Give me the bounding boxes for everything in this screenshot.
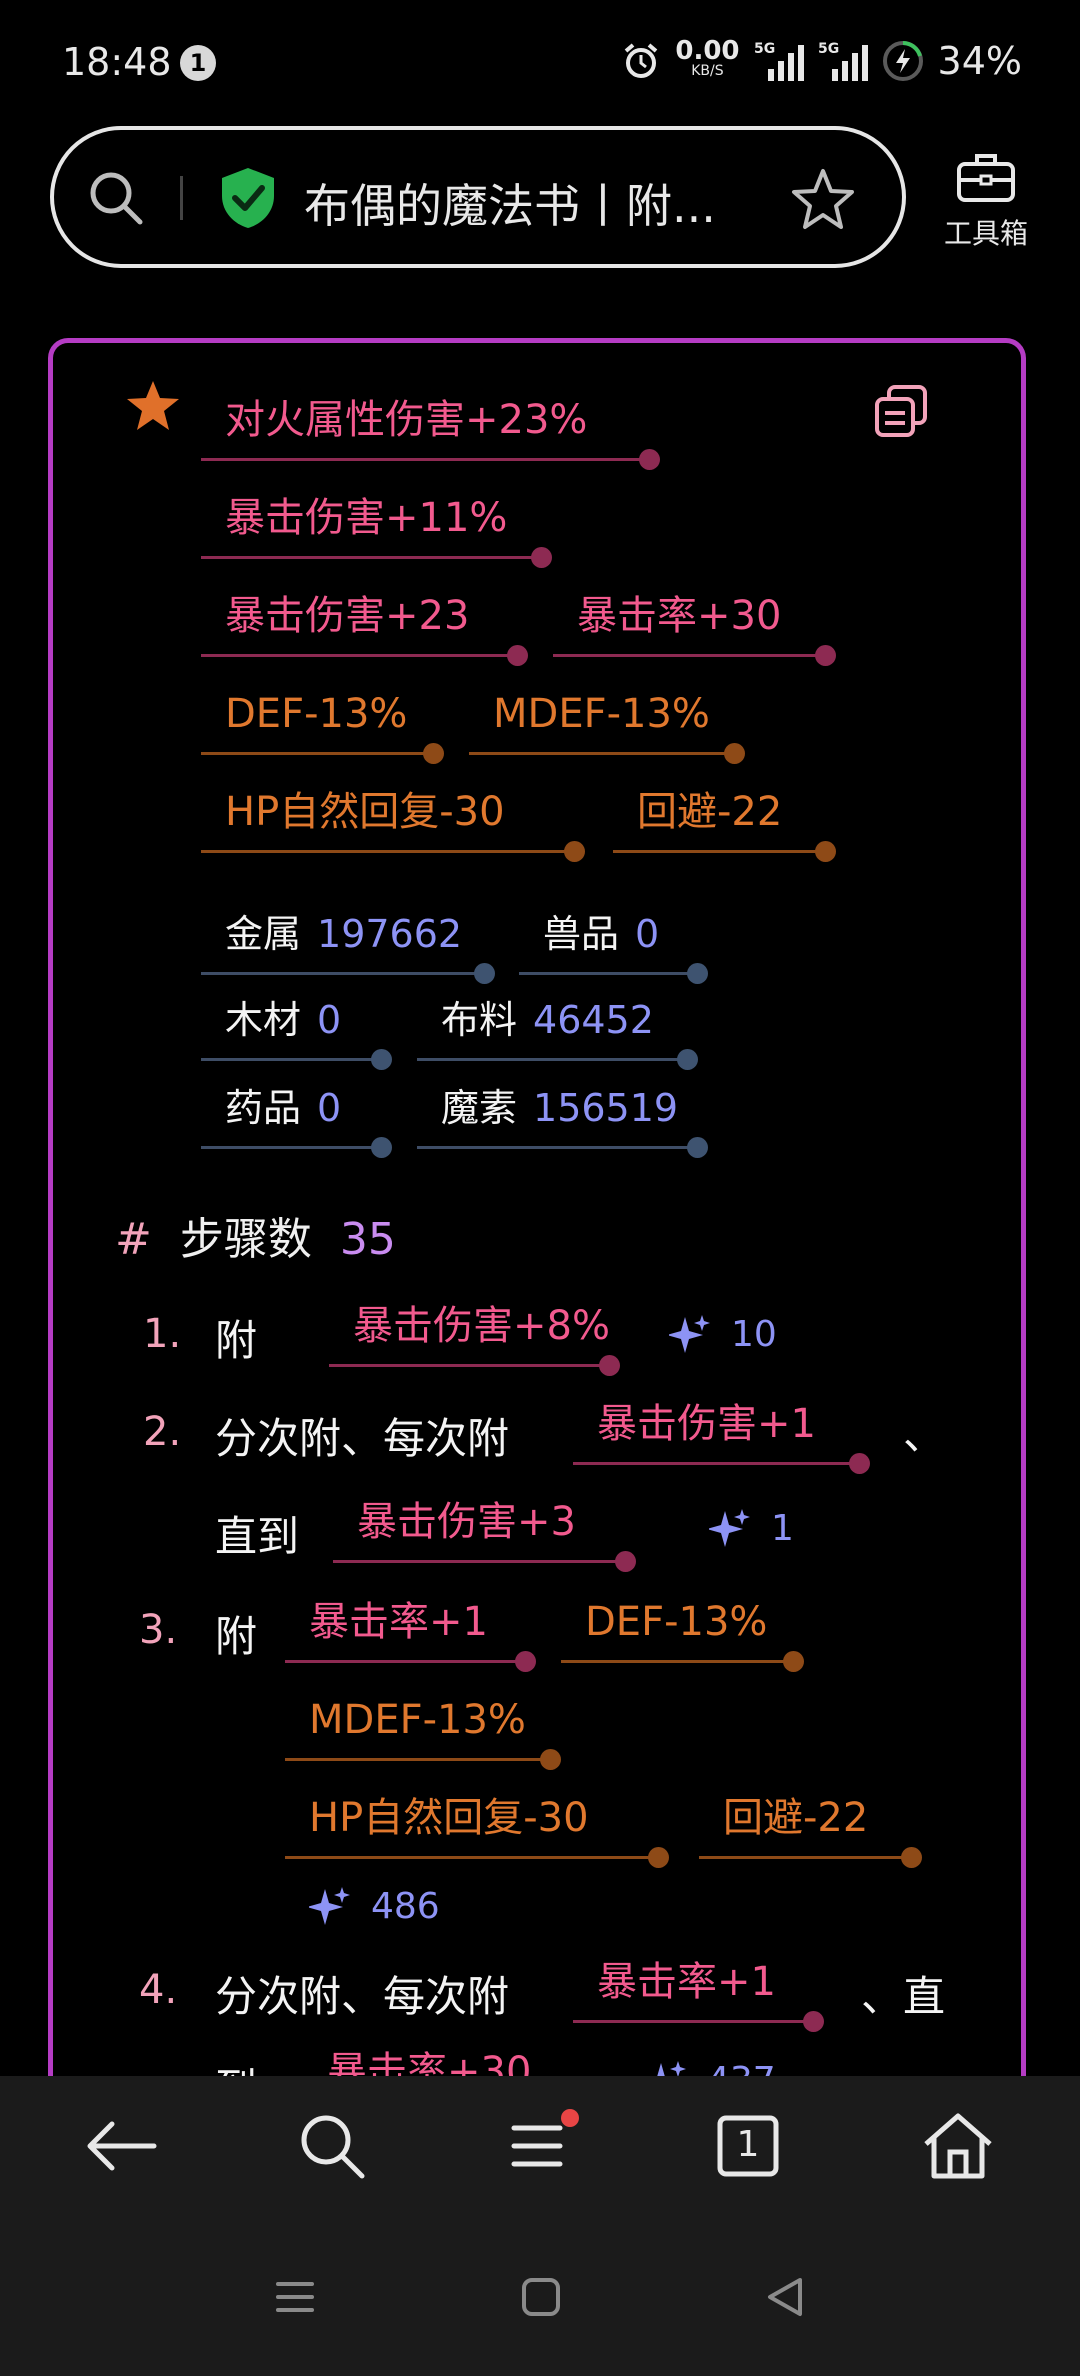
resource-beast: 兽品 0 [519, 909, 708, 984]
status-bar: 18:48 1 0.00 KB/S 5G 5G 34% [0, 0, 1080, 120]
search-icon[interactable] [292, 2106, 372, 2186]
step-cost: 486 [309, 1881, 440, 1931]
sparkle-icon [309, 1887, 350, 1925]
step-tag: 暴击伤害+8% [329, 1301, 620, 1376]
step-number: 4. [139, 1967, 178, 2013]
toolbox-icon [957, 154, 1015, 202]
recent-apps-icon[interactable] [270, 2272, 320, 2322]
step-tag: 暴击率+1 [573, 1957, 824, 2032]
step-number: 3. [139, 1607, 178, 1653]
address-bar[interactable]: 布偶的魔法书丨附... [50, 126, 906, 268]
security-shield-icon[interactable] [218, 166, 278, 230]
attr-crit-damage: 暴击伤害+23 [201, 591, 528, 666]
attr-mdef: MDEF-13% [469, 689, 745, 764]
enchant-result-card: 对火属性伤害+23% 暴击伤害+11% 暴击伤害+23 暴击率+30 DEF-1… [48, 338, 1026, 2098]
sparkle-icon [709, 1509, 750, 1547]
resource-mana: 魔素 156519 [417, 1083, 708, 1158]
step-text: 附 [215, 1316, 258, 1365]
attr-hp-regen: HP自然回复-30 [201, 787, 585, 862]
step-tag: MDEF-13% [285, 1695, 561, 1770]
step-tag: DEF-13% [561, 1597, 804, 1672]
battery-percent: 34% [937, 39, 1022, 83]
step-separator: 、 [903, 1410, 946, 1459]
toolbox-label: 工具箱 [943, 217, 1028, 250]
step-cost: 10 [669, 1309, 777, 1359]
tabs-count: 1 [736, 2124, 760, 2165]
back-triangle-icon[interactable] [760, 2272, 810, 2322]
status-time: 18:48 [62, 40, 172, 84]
toolbox-button[interactable]: 工具箱 [936, 150, 1036, 252]
browser-bottom-nav: 1 [0, 2076, 1080, 2216]
page-title[interactable]: 布偶的魔法书丨附... [304, 170, 716, 236]
attr-def: DEF-13% [201, 689, 444, 764]
favorite-star-icon[interactable] [125, 379, 181, 433]
tabs-button[interactable]: 1 [708, 2106, 788, 2186]
attr-evasion: 回避-22 [613, 787, 836, 862]
resource-medicine: 药品 0 [201, 1083, 392, 1158]
step-cost: 1 [709, 1503, 794, 1553]
resource-wood: 木材 0 [201, 995, 392, 1070]
svg-text:5G: 5G [818, 41, 839, 57]
alarm-icon [625, 43, 658, 78]
step-tag: HP自然回复-30 [285, 1793, 669, 1868]
bookmark-star-icon[interactable] [790, 166, 856, 232]
svg-text:5G: 5G [754, 41, 775, 57]
step-number: 2. [143, 1409, 182, 1455]
back-arrow-icon[interactable] [82, 2106, 162, 2186]
step-text: 直到 [215, 1512, 300, 1561]
step-text: 分次附、每次附 [215, 1972, 510, 2021]
menu-icon[interactable] [500, 2106, 580, 2186]
battery-charging-icon [882, 41, 923, 81]
steps-header: # 步骤数 35 [115, 1214, 396, 1265]
system-nav-bar [0, 2216, 1080, 2376]
step-text: 附 [215, 1612, 258, 1661]
step-tag: 暴击伤害+3 [333, 1497, 636, 1572]
attr-crit-rate: 暴击率+30 [553, 591, 836, 666]
notification-count-badge: 1 [180, 45, 216, 81]
search-icon[interactable] [84, 166, 148, 230]
step-number: 1. [143, 1311, 182, 1357]
copy-icon[interactable] [873, 383, 929, 439]
status-right-group: 0.00 KB/S 5G 5G 34% [621, 36, 1022, 86]
address-separator [180, 176, 183, 220]
attr-fire-damage: 对火属性伤害+23% [201, 395, 660, 470]
signal-5g-icon-2: 5G [818, 41, 868, 81]
resource-cloth: 布料 46452 [417, 995, 698, 1070]
net-speed: 0.00 KB/S [675, 36, 740, 79]
step-text-tail: 、直 [861, 1972, 946, 2021]
sparkle-icon [669, 1315, 710, 1353]
step-tag: 回避-22 [699, 1793, 922, 1868]
resource-metal: 金属 197662 [201, 909, 495, 984]
step-tag: 暴击伤害+1 [573, 1399, 870, 1474]
attr-crit-damage-pct: 暴击伤害+11% [201, 493, 552, 568]
home-icon[interactable] [918, 2106, 998, 2186]
signal-5g-icon: 5G [754, 41, 804, 81]
step-text: 分次附、每次附 [215, 1414, 510, 1463]
step-tag: 暴击率+1 [285, 1597, 536, 1672]
home-square-icon[interactable] [516, 2272, 566, 2322]
